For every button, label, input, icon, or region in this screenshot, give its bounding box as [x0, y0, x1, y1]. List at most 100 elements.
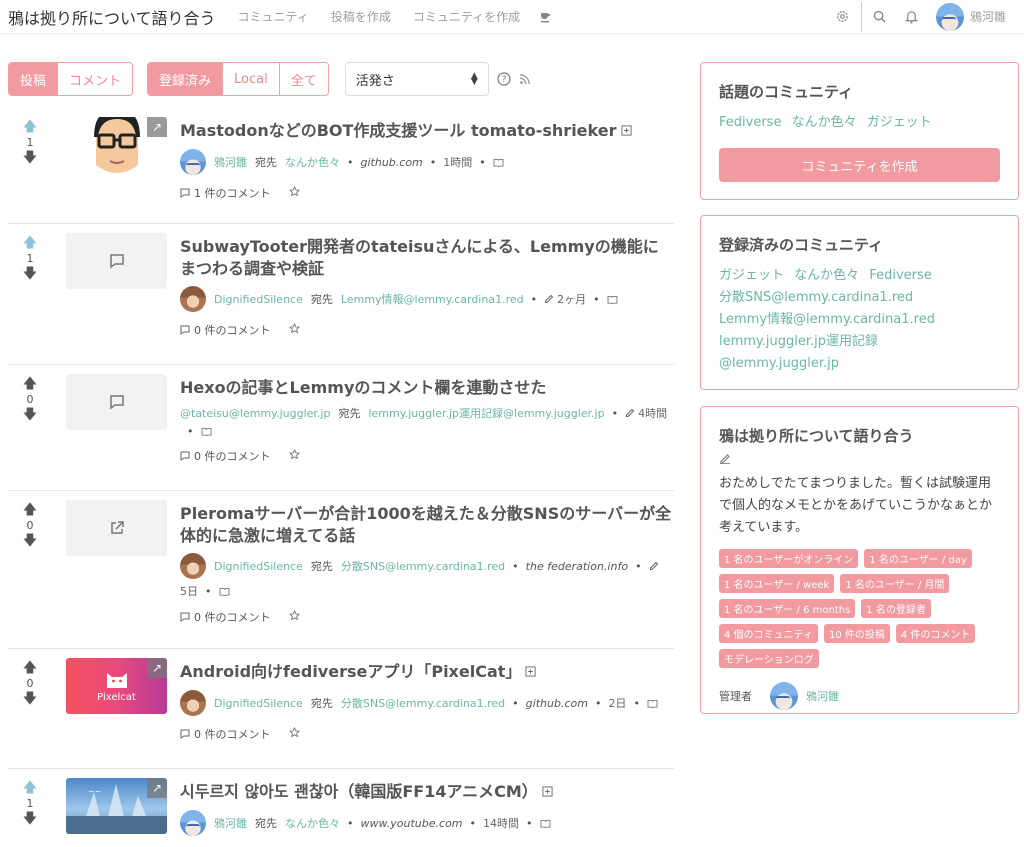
- trending-link[interactable]: ガジェット: [867, 115, 932, 130]
- post-community[interactable]: なんか色々: [285, 154, 340, 170]
- admin-avatar[interactable]: [770, 682, 798, 710]
- post-title[interactable]: Pleromaサーバーが合計1000を越えた＆分散SNSのサーバーが全体的に急激…: [180, 503, 674, 547]
- downvote-arrow-icon[interactable]: 🡇: [23, 408, 37, 422]
- nav-create-post-link[interactable]: 投稿を作成: [331, 8, 391, 25]
- bell-icon[interactable]: [904, 9, 920, 25]
- listing-all-button[interactable]: 全て: [279, 63, 328, 95]
- trending-link[interactable]: なんか色々: [792, 115, 857, 130]
- settings-gear-icon[interactable]: [835, 9, 851, 25]
- post-title-text[interactable]: Hexoの記事とLemmyのコメント欄を連動させた: [180, 378, 546, 397]
- post-author[interactable]: 鴉河雛: [214, 154, 247, 170]
- expand-embed-icon[interactable]: [542, 786, 553, 800]
- upvote-arrow-icon[interactable]: 🡅: [23, 120, 37, 134]
- save-star-icon[interactable]: [288, 609, 300, 624]
- post-domain[interactable]: github.com: [526, 697, 588, 710]
- post-author[interactable]: DignifiedSilence: [214, 560, 303, 573]
- subscribed-link[interactable]: ガジェット: [719, 268, 784, 283]
- subscribed-link[interactable]: なんか色々: [794, 268, 859, 283]
- nav-communities-link[interactable]: コミュニティ: [238, 8, 309, 25]
- downvote-arrow-icon[interactable]: 🡇: [23, 812, 37, 826]
- comment-count-link[interactable]: 0 件のコメント: [194, 609, 271, 625]
- stat-badge[interactable]: モデレーションログ: [719, 649, 819, 668]
- view-source-icon[interactable]: [540, 819, 551, 828]
- save-star-icon[interactable]: [288, 726, 300, 741]
- external-link-icon[interactable]: ↗: [147, 658, 167, 678]
- post-title-text[interactable]: Pleromaサーバーが合計1000を越えた＆分散SNSのサーバーが全体的に急激…: [180, 504, 671, 545]
- upvote-arrow-icon[interactable]: 🡅: [23, 377, 37, 391]
- author-avatar[interactable]: [180, 149, 206, 175]
- save-star-icon[interactable]: [288, 448, 300, 463]
- post-thumbnail[interactable]: ↗: [66, 117, 167, 173]
- sort-select[interactable]: 活発さ ▲ ▼: [344, 62, 489, 96]
- author-avatar[interactable]: [180, 810, 206, 836]
- post-community[interactable]: 分散SNS@lemmy.cardina1.red: [341, 558, 505, 574]
- post-title-text[interactable]: MastodonなどのBOT作成支援ツール tomato-shrieker: [180, 121, 617, 140]
- post-title[interactable]: 시두르지 않아도 괜찮아（韓国版FF14アニメCM）: [180, 781, 674, 804]
- post-domain[interactable]: the federation.info: [526, 560, 628, 573]
- post-title-text[interactable]: 시두르지 않아도 괜찮아（韓国版FF14アニメCM）: [180, 782, 538, 801]
- comment-count-link[interactable]: 0 件のコメント: [194, 726, 271, 742]
- listing-local-button[interactable]: Local: [223, 63, 280, 95]
- nav-create-community-link[interactable]: コミュニティを作成: [413, 8, 520, 25]
- post-title[interactable]: Android向けfediverseアプリ「PixelCat」: [180, 661, 674, 684]
- comment-count-link[interactable]: 0 件のコメント: [194, 322, 271, 338]
- save-star-icon[interactable]: [288, 322, 300, 337]
- site-brand[interactable]: 鴉は拠り所について語り合う: [8, 5, 216, 29]
- donate-icon[interactable]: [538, 9, 554, 25]
- create-community-button[interactable]: コミュニティを作成: [719, 148, 1000, 182]
- subscribed-link[interactable]: Lemmy情報@lemmy.cardina1.red: [719, 312, 935, 327]
- post-author[interactable]: 鴉河雛: [214, 815, 247, 831]
- post-title-text[interactable]: SubwayTooter開発者のtateisuさんによる、Lemmyの機能にまつ…: [180, 237, 659, 278]
- post-title[interactable]: MastodonなどのBOT作成支援ツール tomato-shrieker: [180, 120, 674, 143]
- upvote-arrow-icon[interactable]: 🡅: [23, 781, 37, 795]
- post-community[interactable]: Lemmy情報@lemmy.cardina1.red: [341, 291, 524, 307]
- type-posts-button[interactable]: 投稿: [9, 63, 59, 95]
- post-thumbnail[interactable]: ~~ ↗: [66, 778, 167, 834]
- upvote-arrow-icon[interactable]: 🡅: [23, 236, 37, 250]
- admin-username[interactable]: 鴉河雛: [806, 688, 839, 704]
- post-title-text[interactable]: Android向けfediverseアプリ「PixelCat」: [180, 662, 521, 681]
- expand-embed-icon[interactable]: [620, 125, 632, 139]
- post-domain[interactable]: github.com: [361, 156, 423, 169]
- view-source-icon[interactable]: [647, 699, 658, 708]
- subscribed-link[interactable]: lemmy.juggler.jp運用記録: [719, 334, 878, 349]
- view-source-icon[interactable]: [219, 587, 230, 596]
- external-link-icon[interactable]: ↗: [147, 778, 167, 798]
- post-thumbnail[interactable]: [66, 500, 167, 556]
- trending-link[interactable]: Fediverse: [719, 115, 781, 130]
- downvote-arrow-icon[interactable]: 🡇: [23, 534, 37, 548]
- external-link-icon[interactable]: ↗: [147, 117, 167, 137]
- sort-help-icon[interactable]: ?: [497, 72, 511, 86]
- author-avatar[interactable]: [180, 553, 206, 579]
- view-source-icon[interactable]: [607, 295, 618, 304]
- downvote-arrow-icon[interactable]: 🡇: [23, 151, 37, 165]
- post-community[interactable]: lemmy.juggler.jp運用記録@lemmy.juggler.jp: [368, 405, 604, 421]
- post-thumbnail[interactable]: Pixelcat ↗: [66, 658, 167, 714]
- view-source-icon[interactable]: [493, 158, 504, 167]
- post-community[interactable]: なんか色々: [285, 815, 340, 831]
- post-thumbnail[interactable]: [66, 233, 167, 289]
- author-avatar[interactable]: [180, 690, 206, 716]
- expand-embed-icon[interactable]: [525, 666, 536, 680]
- subscribed-link[interactable]: @lemmy.juggler.jp: [719, 356, 839, 371]
- post-domain[interactable]: www.youtube.com: [361, 817, 463, 830]
- nav-user-menu[interactable]: 鴉河雛: [935, 2, 1006, 31]
- author-avatar[interactable]: [180, 286, 206, 312]
- post-author[interactable]: DignifiedSilence: [214, 293, 303, 306]
- rss-icon[interactable]: [519, 73, 531, 85]
- post-title[interactable]: Hexoの記事とLemmyのコメント欄を連動させた: [180, 377, 674, 399]
- listing-subscribed-button[interactable]: 登録済み: [148, 63, 224, 95]
- post-author[interactable]: DignifiedSilence: [214, 697, 303, 710]
- type-comments-button[interactable]: コメント: [58, 63, 133, 95]
- comment-count-link[interactable]: 0 件のコメント: [194, 448, 271, 464]
- view-source-icon[interactable]: [201, 427, 212, 436]
- upvote-arrow-icon[interactable]: 🡅: [23, 503, 37, 517]
- downvote-arrow-icon[interactable]: 🡇: [23, 692, 37, 706]
- subscribed-link[interactable]: Fediverse: [869, 268, 931, 283]
- post-author[interactable]: @tateisu@lemmy.juggler.jp: [180, 407, 330, 420]
- comment-count-link[interactable]: 1 件のコメント: [194, 185, 271, 201]
- edit-icon[interactable]: [719, 452, 731, 464]
- post-thumbnail[interactable]: [66, 374, 167, 430]
- post-community[interactable]: 分散SNS@lemmy.cardina1.red: [341, 695, 505, 711]
- subscribed-link[interactable]: 分散SNS@lemmy.cardina1.red: [719, 290, 913, 305]
